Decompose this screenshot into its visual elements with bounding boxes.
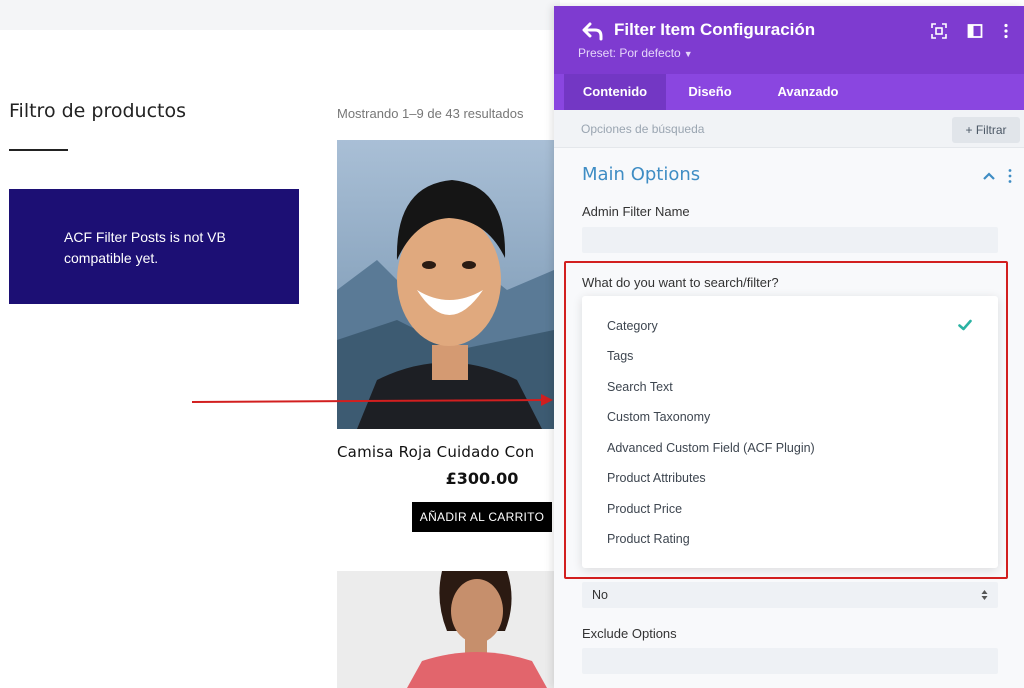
admin-filter-name-input[interactable] xyxy=(582,227,998,253)
search-input[interactable]: Opciones de búsqueda xyxy=(581,122,704,136)
section-title[interactable]: Main Options xyxy=(582,164,700,185)
product-image[interactable] xyxy=(337,140,554,429)
option-product-attributes[interactable]: Product Attributes xyxy=(607,471,706,485)
panel-tabs: Contenido Diseño Avanzado xyxy=(554,74,1024,110)
preset-label: Preset: Por defecto xyxy=(578,46,681,60)
page-top-strip xyxy=(0,0,560,30)
add-to-cart-button[interactable]: AÑADIR AL CARRITO xyxy=(412,502,552,532)
product-photo-illustration-2 xyxy=(337,571,554,688)
results-count: Mostrando 1–9 de 43 resultados xyxy=(337,106,524,121)
settings-panel: Filter Item Configuración Preset: Por de… xyxy=(554,6,1024,688)
filter-button-label: Filtrar xyxy=(975,123,1007,137)
tab-contenido[interactable]: Contenido xyxy=(564,74,666,110)
select-value: No xyxy=(592,588,608,602)
filter-button[interactable]: + Filtrar xyxy=(952,117,1020,143)
product-name[interactable]: Camisa Roja Cuidado Con xyxy=(337,443,567,461)
search-filter-label: What do you want to search/filter? xyxy=(582,275,779,290)
section-more-icon[interactable] xyxy=(1007,168,1013,184)
exclude-options-label: Exclude Options xyxy=(582,626,677,641)
chevron-up-icon[interactable] xyxy=(982,171,996,181)
select-arrows-icon xyxy=(981,590,988,600)
search-filter-dropdown[interactable]: Category Tags Search Text Custom Taxonom… xyxy=(582,296,998,568)
option-search-text[interactable]: Search Text xyxy=(607,380,673,394)
tab-diseno[interactable]: Diseño xyxy=(672,74,748,110)
tab-avanzado[interactable]: Avanzado xyxy=(764,74,852,110)
widget-title: Filtro de productos xyxy=(9,100,187,122)
admin-filter-name-label: Admin Filter Name xyxy=(582,204,690,219)
acf-notice-box: ACF Filter Posts is not VB compatible ye… xyxy=(9,189,299,304)
checkmark-icon xyxy=(958,319,972,331)
panel-header: Filter Item Configuración Preset: Por de… xyxy=(554,6,1024,74)
split-view-icon[interactable] xyxy=(967,23,983,39)
option-custom-taxonomy[interactable]: Custom Taxonomy xyxy=(607,410,710,424)
title-underline xyxy=(9,149,68,151)
exclude-options-input[interactable] xyxy=(582,648,998,674)
product-photo-illustration xyxy=(337,140,554,429)
caret-down-icon: ▼ xyxy=(683,49,693,59)
option-category[interactable]: Category xyxy=(607,319,658,333)
plus-icon: + xyxy=(965,123,976,137)
option-acf-field[interactable]: Advanced Custom Field (ACF Plugin) xyxy=(607,441,815,455)
expand-icon[interactable] xyxy=(931,23,947,39)
panel-title: Filter Item Configuración xyxy=(614,20,816,39)
back-arrow-icon[interactable] xyxy=(582,21,604,41)
preset-selector[interactable]: Preset: Por defecto ▼ xyxy=(578,46,693,60)
product-image-2[interactable] xyxy=(337,571,554,688)
acf-notice-text: ACF Filter Posts is not VB compatible ye… xyxy=(64,229,226,266)
yes-no-select[interactable]: No xyxy=(582,582,998,608)
option-tags[interactable]: Tags xyxy=(607,349,633,363)
option-product-price[interactable]: Product Price xyxy=(607,502,682,516)
option-product-rating[interactable]: Product Rating xyxy=(607,532,690,546)
options-search-bar[interactable]: Opciones de búsqueda + Filtrar xyxy=(554,110,1024,148)
more-vertical-icon[interactable] xyxy=(998,23,1014,39)
